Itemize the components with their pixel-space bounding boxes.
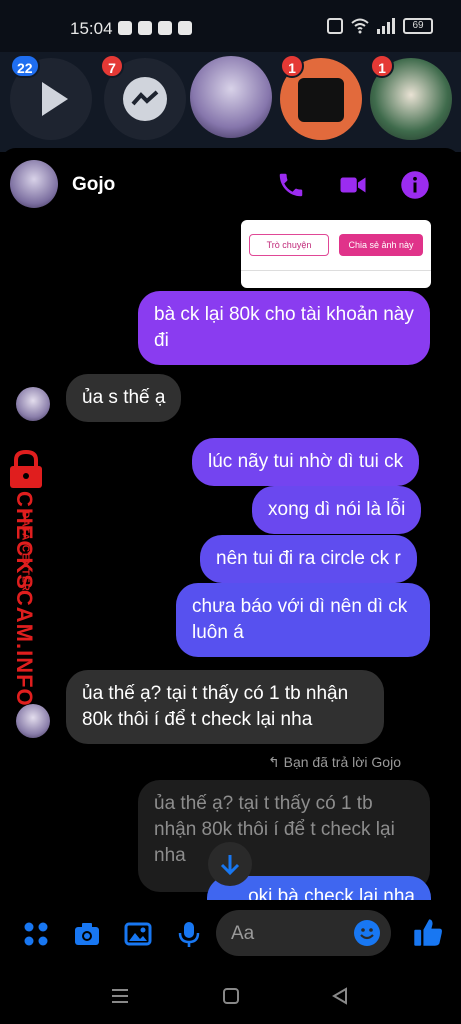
gallery-icon[interactable] xyxy=(124,920,152,948)
system-icons: 69 xyxy=(327,18,433,34)
message-bubble-received[interactable]: ủa s thế ạ xyxy=(66,374,182,422)
chat-head-gojo[interactable] xyxy=(190,56,272,138)
thumbs-up-icon[interactable] xyxy=(412,916,444,948)
status-time: 15:04 xyxy=(70,19,113,38)
target-notif-icon xyxy=(158,21,172,35)
message-input[interactable]: Aa xyxy=(216,910,391,956)
preview-chat-button: Trò chuyện xyxy=(249,234,329,256)
shared-image-preview[interactable]: Trò chuyện Chia sẻ ảnh này xyxy=(241,220,431,288)
system-nav-bar xyxy=(0,968,461,1024)
microphone-icon[interactable] xyxy=(175,920,203,948)
vibrate-icon xyxy=(327,18,343,34)
avatar[interactable] xyxy=(16,704,50,738)
wifi-icon xyxy=(351,18,369,34)
reply-label: Bạn đã trả lời Gojo xyxy=(283,754,401,770)
preview-share-button: Chia sẻ ảnh này xyxy=(339,234,423,256)
recents-icon[interactable] xyxy=(110,986,130,1006)
menu-dots-icon[interactable] xyxy=(22,920,50,948)
message-bubble-sent[interactable]: nên tui đi ra circle ck r xyxy=(200,535,417,583)
battery-icon: 69 xyxy=(403,18,433,34)
signal-icon xyxy=(377,18,395,34)
watermark: DATA CENTER CHECKSCAM.INFO xyxy=(2,450,52,707)
badge-studio-cover: 1 xyxy=(280,54,304,78)
chat-heads-bar: 22 7 1 1 xyxy=(0,52,461,152)
chat-panel: Gojo Trò chuyện Chia sẻ ảnh này bà ck lạ… xyxy=(0,148,461,968)
back-icon[interactable] xyxy=(330,986,350,1006)
arrow-down-icon xyxy=(220,855,240,876)
badge-messenger: 7 xyxy=(100,54,124,78)
preview-nav-bar xyxy=(241,270,431,288)
bike-notif-icon xyxy=(178,21,192,35)
notification-icons xyxy=(118,21,192,35)
reply-indicator: ↰ Bạn đã trả lời Gojo xyxy=(268,754,401,771)
badge-play: 22 xyxy=(10,54,40,78)
badge-anime: 1 xyxy=(370,54,394,78)
emoji-icon[interactable] xyxy=(353,919,381,947)
message-bubble-sent[interactable]: xong dì nói là lỗi xyxy=(252,486,422,534)
phone-icon[interactable] xyxy=(276,170,306,200)
shopee-notif-icon xyxy=(138,21,152,35)
message-bubble-received[interactable]: ủa thế ạ? tại t thấy có 1 tb nhận 80k th… xyxy=(66,670,384,744)
video-call-icon[interactable] xyxy=(338,170,368,200)
avatar[interactable] xyxy=(16,387,50,421)
avatar[interactable] xyxy=(10,160,58,208)
chat-header: Gojo xyxy=(0,148,461,220)
scroll-down-button[interactable] xyxy=(208,842,252,886)
message-bubble-sent[interactable]: lúc nãy tui nhờ dì tui ck xyxy=(192,438,420,486)
info-icon[interactable] xyxy=(400,170,430,200)
messenger-notif-icon xyxy=(118,21,132,35)
message-bubble-sent[interactable]: chưa báo với dì nên dì ck luôn á xyxy=(176,583,430,657)
message-input-placeholder: Aa xyxy=(231,923,255,944)
home-icon[interactable] xyxy=(221,986,241,1006)
watermark-brand: CHECKSCAM.INFO xyxy=(12,491,37,707)
composer-bar: Aa xyxy=(0,904,461,968)
message-bubble-sent[interactable]: bà ck lại 80k cho tài khoản này đi xyxy=(138,291,430,365)
contact-name[interactable]: Gojo xyxy=(72,174,115,196)
camera-icon[interactable] xyxy=(73,920,101,948)
status-bar: 15:04 69 xyxy=(0,0,461,52)
shirt-image xyxy=(298,78,344,122)
reply-arrow-icon: ↰ xyxy=(268,754,284,770)
